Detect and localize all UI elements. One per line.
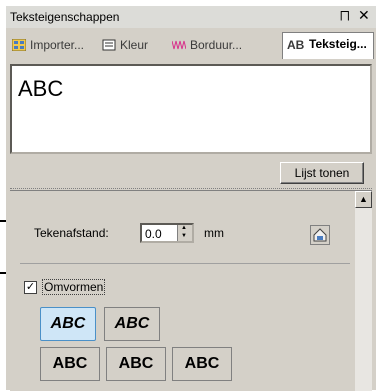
transform-checkbox[interactable]: ✓	[24, 281, 37, 294]
reset-default-icon[interactable]	[310, 225, 330, 245]
spin-up-icon[interactable]: ▲	[181, 225, 187, 231]
shape-wave-button[interactable]: ABC	[172, 347, 232, 381]
shape-arc-down-button[interactable]: ABC	[104, 307, 160, 341]
ab-text-icon: AB	[287, 38, 305, 52]
tab-importer[interactable]: Importer...	[8, 34, 94, 56]
shape-label: ABC	[52, 355, 88, 372]
import-icon	[12, 39, 26, 51]
embroidery-icon	[172, 40, 186, 50]
color-icon	[102, 39, 116, 51]
text-input-value: ABC	[18, 76, 64, 101]
shape-label: ABC	[184, 355, 220, 372]
close-icon[interactable]: ✕	[358, 7, 370, 24]
spinner-arrows[interactable]: ▲ ▼	[177, 225, 192, 241]
properties-scroll-area: Tekenafstand: 0.0 ▲ ▼ mm ✓ Omvormen ABC …	[10, 190, 372, 391]
text-input-area[interactable]: ABC	[10, 64, 372, 154]
spin-down-icon[interactable]: ▼	[181, 233, 187, 239]
panel-titlebar: Teksteigenschappen ⨅ ✕	[6, 6, 376, 28]
shape-label: ABC	[118, 355, 154, 372]
tab-label: Importer...	[30, 38, 85, 52]
spacing-label: Tekenafstand:	[34, 226, 109, 240]
tab-label: Borduur...	[190, 38, 243, 52]
text-properties-panel: Teksteigenschappen ⨅ ✕ Importer... Kleur…	[6, 6, 376, 391]
splitter[interactable]	[10, 188, 372, 189]
tab-label: Kleur	[120, 38, 149, 52]
shape-bulge-button[interactable]: ABC	[106, 347, 166, 381]
transform-label[interactable]: Omvormen	[42, 279, 106, 295]
vertical-scrollbar[interactable]: ▲	[355, 191, 372, 391]
tab-borduur[interactable]: Borduur...	[168, 34, 250, 56]
tab-label: Teksteig...	[309, 37, 367, 51]
shape-arc-up-button[interactable]: ABC	[40, 307, 96, 341]
shape-label: ABC	[50, 315, 86, 332]
tab-teksteig[interactable]: AB Teksteig...	[282, 32, 374, 59]
shape-label: ABC	[114, 315, 150, 332]
shape-flat-button[interactable]: ABC	[40, 347, 100, 381]
scroll-up-icon[interactable]: ▲	[355, 191, 372, 208]
tab-strip: Importer... Kleur Borduur... AB Teksteig…	[6, 30, 376, 60]
panel-title: Teksteigenschappen	[10, 10, 120, 24]
pin-icon[interactable]: ⨅	[340, 9, 350, 24]
spacing-spinner[interactable]: 0.0 ▲ ▼	[140, 223, 194, 243]
section-divider	[20, 263, 350, 264]
spacing-value: 0.0	[145, 227, 162, 241]
show-list-button[interactable]: Lijst tonen	[280, 162, 364, 184]
tab-kleur[interactable]: Kleur	[98, 34, 160, 56]
spacing-unit: mm	[204, 226, 224, 240]
